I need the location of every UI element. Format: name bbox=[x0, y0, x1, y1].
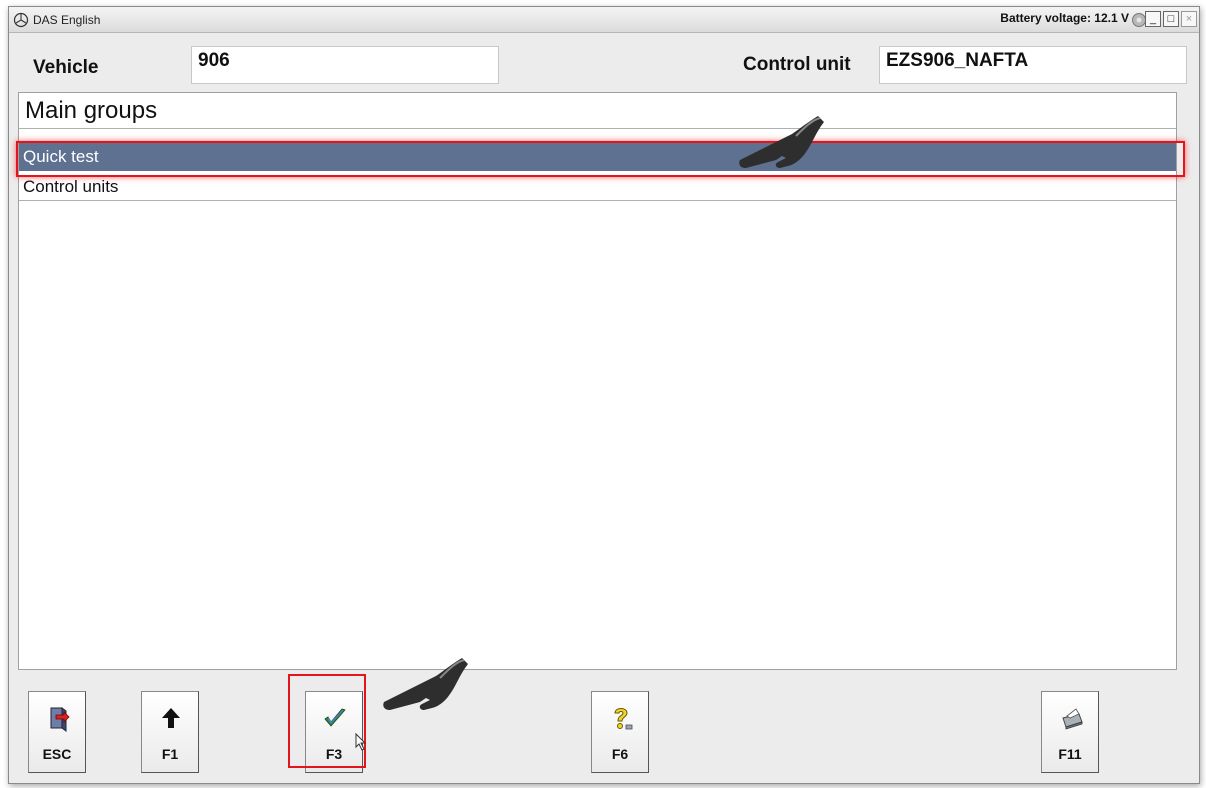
esc-label: ESC bbox=[42, 746, 72, 762]
exit-door-icon bbox=[50, 707, 70, 732]
f1-label: F1 bbox=[161, 746, 179, 762]
esc-button[interactable]: ESC bbox=[28, 691, 86, 773]
main-groups-list: Main groups Quick test Control units bbox=[18, 92, 1177, 670]
info-header: Vehicle 906 Control unit EZS906_NAFTA bbox=[15, 43, 1193, 87]
group-title: Main groups bbox=[19, 93, 1176, 129]
close-button[interactable]: × bbox=[1181, 11, 1197, 27]
f6-label: F6 bbox=[611, 746, 629, 762]
f6-button[interactable]: F6 bbox=[591, 691, 649, 773]
title-bar: DAS English Battery voltage: 12.1 V _ □ … bbox=[9, 7, 1199, 33]
maximize-button[interactable]: □ bbox=[1163, 11, 1179, 27]
f11-label: F11 bbox=[1058, 746, 1082, 762]
list-item-control-units[interactable]: Control units bbox=[19, 173, 1176, 201]
pointing-hand-icon bbox=[739, 116, 824, 168]
mouse-cursor-icon bbox=[355, 733, 367, 751]
control-unit-label: Control unit bbox=[743, 54, 851, 75]
selected-item-highlight bbox=[16, 141, 1185, 177]
function-key-bar: ESC F1 F3 F6 F11 bbox=[9, 679, 1199, 783]
control-unit-field: EZS906_NAFTA bbox=[879, 46, 1187, 84]
minimize-button[interactable]: _ bbox=[1145, 11, 1161, 27]
f1-button[interactable]: F1 bbox=[141, 691, 199, 773]
arrow-up-icon bbox=[162, 708, 180, 728]
mercedes-star-icon bbox=[13, 12, 29, 28]
battery-voltage: Battery voltage: 12.1 V bbox=[1000, 11, 1129, 25]
printer-icon bbox=[1062, 708, 1083, 730]
f11-button[interactable]: F11 bbox=[1041, 691, 1099, 773]
window-title: DAS English bbox=[33, 13, 101, 27]
pointing-hand-icon bbox=[383, 658, 468, 710]
vehicle-field: 906 bbox=[191, 46, 499, 84]
vehicle-label: Vehicle bbox=[33, 57, 99, 78]
help-question-icon bbox=[614, 708, 633, 730]
f3-highlight bbox=[288, 674, 366, 768]
